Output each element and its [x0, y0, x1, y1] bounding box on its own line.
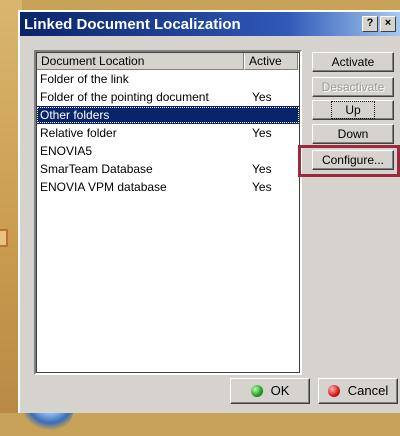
row-active: Yes [252, 90, 272, 104]
list-row-folder-of-pointing-document[interactable]: Folder of the pointing document Yes [36, 88, 300, 106]
row-active: Yes [252, 180, 272, 194]
window-title: Linked Document Localization [24, 15, 241, 33]
list-row-enovia-vpm-database[interactable]: ENOVIA VPM database Yes [36, 178, 300, 196]
list-row-relative-folder[interactable]: Relative folder Yes [36, 124, 300, 142]
help-icon[interactable]: ? [362, 16, 378, 32]
row-location: SmarTeam Database [40, 162, 153, 176]
row-location: ENOVIA5 [40, 144, 93, 158]
row-location: ENOVIA VPM database [40, 180, 167, 194]
list-row-smarteam-database[interactable]: SmarTeam Database Yes [36, 160, 300, 178]
title-bar[interactable]: Linked Document Localization ? × [20, 12, 400, 36]
close-icon[interactable]: × [380, 16, 396, 32]
row-location: Folder of the link [40, 72, 129, 86]
ok-icon [250, 385, 263, 397]
configure-button[interactable]: Configure... [312, 150, 394, 170]
cancel-icon [327, 385, 340, 397]
document-location-list[interactable]: Document Location Active Folder of the l… [34, 50, 302, 375]
list-row-enovia5[interactable]: ENOVIA5 [36, 142, 300, 160]
list-row-other-folders[interactable]: Other folders [36, 106, 300, 124]
list-header: Document Location Active [36, 52, 300, 70]
row-active [244, 142, 298, 160]
cancel-button[interactable]: Cancel [318, 378, 398, 404]
row-active [244, 70, 298, 88]
row-active: Yes [252, 162, 272, 176]
linked-document-localization-dialog: Linked Document Localization ? × Documen… [18, 10, 400, 413]
row-location: Other folders [40, 108, 110, 122]
row-active [244, 106, 298, 124]
column-header-active[interactable]: Active [244, 52, 298, 70]
background-marker [0, 229, 8, 247]
list-row-folder-of-link[interactable]: Folder of the link [36, 70, 300, 88]
up-button[interactable]: Up [312, 100, 394, 120]
ok-label: OK [270, 383, 290, 398]
ok-button[interactable]: OK [230, 378, 310, 404]
row-location: Relative folder [40, 126, 117, 140]
down-button[interactable]: Down [312, 124, 394, 144]
column-header-location[interactable]: Document Location [36, 52, 244, 70]
cancel-label: Cancel [347, 383, 389, 398]
activate-button[interactable]: Activate [312, 52, 394, 72]
up-button-label: Up [331, 101, 375, 119]
deactivate-button[interactable]: Desactivate [312, 77, 394, 97]
row-location: Folder of the pointing document [40, 90, 209, 104]
row-active: Yes [252, 126, 272, 140]
